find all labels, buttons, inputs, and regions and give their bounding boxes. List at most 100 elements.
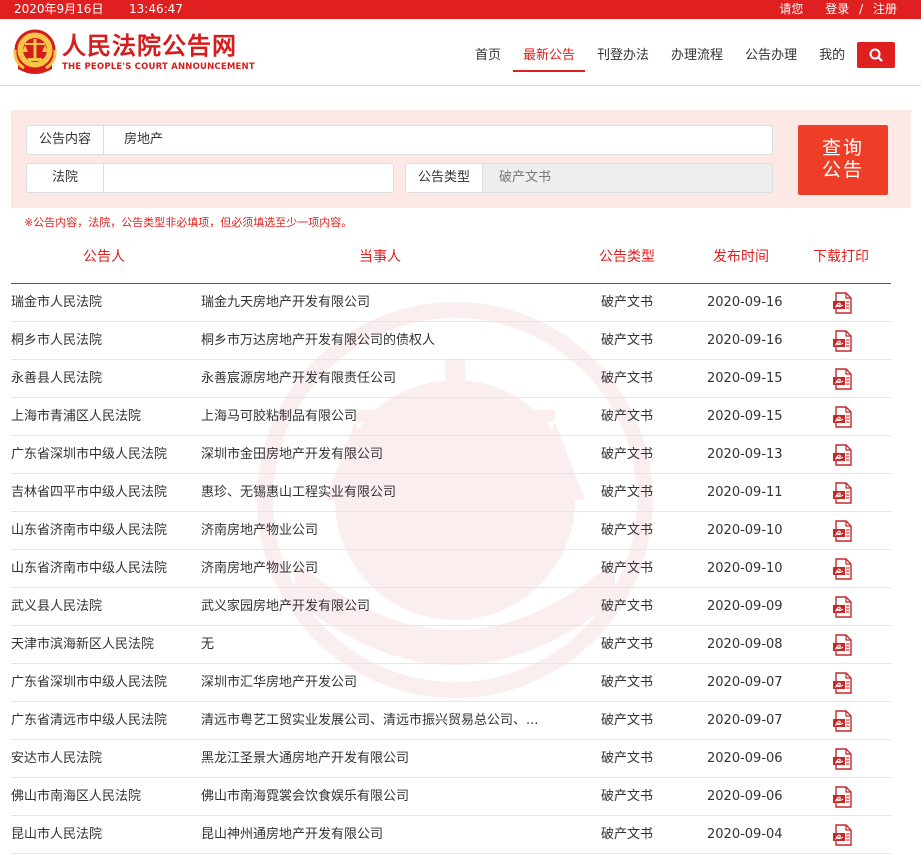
site-header: 人民法院公告网 THE PEOPLE'S COURT ANNOUNCEMENT … — [0, 19, 921, 86]
party-cell[interactable]: 深圳市汇华房地产开发公司 — [201, 664, 561, 701]
court-cell[interactable]: 佛山市南海区人民法院 — [11, 778, 141, 815]
table-row[interactable]: 天津市滨海新区人民法院 无 破产文书 2020-09-08 — [11, 626, 891, 664]
date-cell: 2020-09-08 — [707, 637, 783, 652]
announcement-table: 公告人 当事人 公告类型 发布时间 下载打印 瑞金市人民法院 瑞金九天房地产开发… — [11, 240, 891, 854]
party-cell[interactable]: 无 — [201, 626, 561, 663]
pdf-download-icon[interactable] — [832, 292, 854, 314]
query-announcement-button[interactable]: 查询 公告 — [798, 125, 888, 195]
party-cell[interactable]: 惠珍、无锡惠山工程实业有限公司 — [201, 474, 561, 511]
header-date: 发布时间 — [713, 249, 769, 265]
type-cell: 破产文书 — [601, 447, 654, 462]
table-row[interactable]: 佛山市南海区人民法院 佛山市南海霓裳会饮食娱乐有限公司 破产文书 2020-09… — [11, 778, 891, 816]
pdf-download-icon[interactable] — [832, 558, 854, 580]
court-cell[interactable]: 昆山市人民法院 — [11, 816, 102, 853]
search-hint: ※公告内容，法院，公告类型非必填项，但必须填选至少一项内容。 — [24, 216, 353, 229]
party-cell[interactable]: 佛山市南海霓裳会饮食娱乐有限公司 — [201, 778, 561, 815]
table-row[interactable]: 山东省济南市中级人民法院 济南房地产物业公司 破产文书 2020-09-10 — [11, 550, 891, 588]
table-row[interactable]: 吉林省四平市中级人民法院 惠珍、无锡惠山工程实业有限公司 破产文书 2020-0… — [11, 474, 891, 512]
date-cell: 2020-09-15 — [707, 371, 783, 386]
table-row[interactable]: 昆山市人民法院 昆山神州通房地产开发有限公司 破产文书 2020-09-04 — [11, 816, 891, 854]
party-cell[interactable]: 黑龙江圣景大通房地产开发有限公司 — [201, 740, 561, 777]
court-cell[interactable]: 桐乡市人民法院 — [11, 322, 102, 359]
date-cell: 2020-09-06 — [707, 751, 783, 766]
court-input[interactable] — [104, 164, 393, 192]
table-row[interactable]: 桐乡市人民法院 桐乡市万达房地产开发有限公司的债权人 破产文书 2020-09-… — [11, 322, 891, 360]
table-row[interactable]: 广东省深圳市中级人民法院 深圳市金田房地产开发有限公司 破产文书 2020-09… — [11, 436, 891, 474]
court-emblem-icon[interactable] — [12, 28, 58, 76]
current-time: 13:46:47 — [129, 2, 183, 16]
date-cell: 2020-09-06 — [707, 789, 783, 804]
table-row[interactable]: 安达市人民法院 黑龙江圣景大通房地产开发有限公司 破产文书 2020-09-06 — [11, 740, 891, 778]
login-link[interactable]: 登录 — [825, 2, 849, 16]
pdf-download-icon[interactable] — [832, 368, 854, 390]
greeting-text: 请您 — [779, 2, 804, 16]
party-cell[interactable]: 桐乡市万达房地产开发有限公司的债权人 — [201, 322, 561, 359]
court-cell[interactable]: 上海市青浦区人民法院 — [11, 398, 141, 435]
pdf-download-icon[interactable] — [832, 672, 854, 694]
party-cell[interactable]: 瑞金九天房地产开发有限公司 — [201, 284, 561, 321]
table-row[interactable]: 广东省深圳市中级人民法院 深圳市汇华房地产开发公司 破产文书 2020-09-0… — [11, 664, 891, 702]
party-cell[interactable]: 深圳市金田房地产开发有限公司 — [201, 436, 561, 473]
pdf-download-icon[interactable] — [832, 520, 854, 542]
date-cell: 2020-09-07 — [707, 675, 783, 690]
pdf-download-icon[interactable] — [832, 786, 854, 808]
nav-publishing-method[interactable]: 刊登办法 — [597, 19, 649, 86]
party-cell[interactable]: 清远市粤艺工贸实业发展公司、清远市振兴贸易总公司、... — [201, 702, 561, 739]
current-date: 2020年9月16日 — [14, 2, 104, 16]
party-cell[interactable]: 济南房地产物业公司 — [201, 550, 561, 587]
court-cell[interactable]: 天津市滨海新区人民法院 — [11, 626, 154, 663]
type-field[interactable]: 公告类型 破产文书 — [405, 163, 773, 193]
pdf-download-icon[interactable] — [832, 596, 854, 618]
table-row[interactable]: 瑞金市人民法院 瑞金九天房地产开发有限公司 破产文书 2020-09-16 — [11, 284, 891, 322]
site-logo[interactable]: 人民法院公告网 THE PEOPLE'S COURT ANNOUNCEMENT — [62, 32, 255, 72]
party-cell[interactable]: 上海马可胶粘制品有限公司 — [201, 398, 561, 435]
register-link[interactable]: 注册 — [873, 2, 897, 16]
pdf-download-icon[interactable] — [832, 330, 854, 352]
pdf-download-icon[interactable] — [832, 710, 854, 732]
party-cell[interactable]: 武义家园房地产开发有限公司 — [201, 588, 561, 625]
court-cell[interactable]: 吉林省四平市中级人民法院 — [11, 474, 167, 511]
pdf-download-icon[interactable] — [832, 482, 854, 504]
court-cell[interactable]: 山东省济南市中级人民法院 — [11, 550, 167, 587]
date-cell: 2020-09-07 — [707, 713, 783, 728]
type-select[interactable]: 破产文书 — [483, 164, 772, 192]
court-cell[interactable]: 广东省深圳市中级人民法院 — [11, 436, 167, 473]
table-row[interactable]: 广东省清远市中级人民法院 清远市粤艺工贸实业发展公司、清远市振兴贸易总公司、..… — [11, 702, 891, 740]
pdf-download-icon[interactable] — [832, 748, 854, 770]
nav-handle-announcement[interactable]: 公告办理 — [745, 19, 797, 86]
header-search-button[interactable] — [857, 42, 895, 68]
date-cell: 2020-09-10 — [707, 561, 783, 576]
date-cell: 2020-09-13 — [707, 447, 783, 462]
pdf-download-icon[interactable] — [832, 406, 854, 428]
table-row[interactable]: 永善县人民法院 永善宸源房地产开发有限责任公司 破产文书 2020-09-15 — [11, 360, 891, 398]
type-cell: 破产文书 — [601, 789, 654, 804]
court-cell[interactable]: 瑞金市人民法院 — [11, 284, 102, 321]
pdf-download-icon[interactable] — [832, 824, 854, 846]
link-separator: / — [859, 2, 864, 16]
table-row[interactable]: 武义县人民法院 武义家园房地产开发有限公司 破产文书 2020-09-09 — [11, 588, 891, 626]
party-cell[interactable]: 永善宸源房地产开发有限责任公司 — [201, 360, 561, 397]
pdf-download-icon[interactable] — [832, 444, 854, 466]
nav-mine[interactable]: 我的 — [819, 19, 845, 86]
court-cell[interactable]: 广东省深圳市中级人民法院 — [11, 664, 167, 701]
party-cell[interactable]: 济南房地产物业公司 — [201, 512, 561, 549]
content-input[interactable]: 房地产 — [104, 126, 772, 154]
search-icon — [869, 48, 883, 62]
court-cell[interactable]: 武义县人民法院 — [11, 588, 102, 625]
nav-process[interactable]: 办理流程 — [671, 19, 723, 86]
court-cell[interactable]: 山东省济南市中级人民法院 — [11, 512, 167, 549]
party-cell[interactable]: 昆山神州通房地产开发有限公司 — [201, 816, 561, 853]
header-party: 当事人 — [359, 249, 401, 265]
table-row[interactable]: 山东省济南市中级人民法院 济南房地产物业公司 破产文书 2020-09-10 — [11, 512, 891, 550]
pdf-download-icon[interactable] — [832, 634, 854, 656]
type-cell: 破产文书 — [601, 561, 654, 576]
court-cell[interactable]: 广东省清远市中级人民法院 — [11, 702, 167, 739]
nav-latest-announcements[interactable]: 最新公告 — [513, 19, 586, 86]
court-cell[interactable]: 安达市人民法院 — [11, 740, 102, 777]
court-cell[interactable]: 永善县人民法院 — [11, 360, 102, 397]
court-field[interactable]: 法院 — [26, 163, 394, 193]
query-button-line1: 查询 — [821, 137, 864, 159]
nav-home[interactable]: 首页 — [475, 19, 501, 86]
table-row[interactable]: 上海市青浦区人民法院 上海马可胶粘制品有限公司 破产文书 2020-09-15 — [11, 398, 891, 436]
content-field[interactable]: 公告内容 房地产 — [26, 125, 773, 155]
